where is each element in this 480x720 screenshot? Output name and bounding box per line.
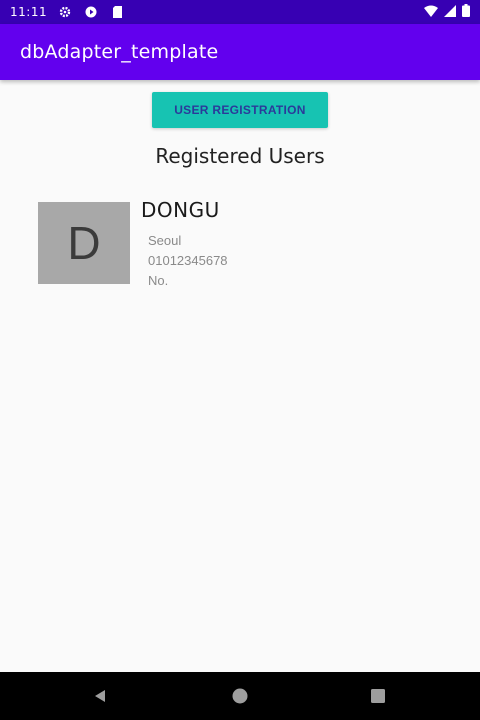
status-right-group (424, 4, 470, 20)
recents-icon[interactable] (366, 684, 390, 708)
screen: 11:11 dbAdapter_template USER REGISTRATI… (0, 0, 480, 720)
gear-icon (57, 4, 73, 20)
wifi-icon (424, 5, 438, 20)
user-phone: 01012345678 (148, 253, 228, 268)
user-registration-button[interactable]: USER REGISTRATION (152, 92, 328, 128)
user-extra: No. (148, 273, 169, 288)
list-item[interactable]: D DONGU Seoul 01012345678 No. (38, 196, 298, 296)
navigation-bar (0, 672, 480, 720)
user-city: Seoul (148, 233, 182, 248)
play-icon (83, 4, 99, 20)
app-title: dbAdapter_template (20, 41, 219, 63)
signal-icon (444, 4, 456, 20)
home-icon[interactable] (228, 684, 252, 708)
status-bar: 11:11 (0, 0, 480, 24)
avatar: D (38, 202, 130, 284)
back-icon[interactable] (88, 684, 112, 708)
app-bar: dbAdapter_template (0, 24, 480, 80)
battery-icon (462, 4, 470, 20)
sd-card-icon (109, 4, 125, 20)
section-title: Registered Users (155, 144, 325, 168)
status-time: 11:11 (10, 5, 48, 19)
user-name: DONGU (141, 198, 220, 222)
